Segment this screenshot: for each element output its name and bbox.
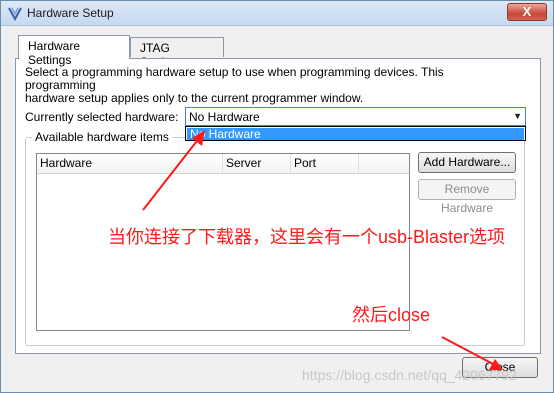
current-hardware-label: Currently selected hardware: xyxy=(25,110,179,124)
hardware-select[interactable]: No Hardware ▼ xyxy=(185,107,526,126)
annotation-text-hardware: 当你连接了下载器，这里会有一个usb-Blaster选项 xyxy=(108,227,506,247)
add-hardware-button[interactable]: Add Hardware... xyxy=(418,152,516,173)
list-header: Hardware Server Port xyxy=(37,154,409,174)
description-line: Select a programming hardware setup to u… xyxy=(25,65,444,92)
window-title: Hardware Setup xyxy=(27,6,114,20)
chevron-down-icon[interactable]: ▼ xyxy=(513,111,522,121)
tab-jtag-settings[interactable]: JTAG Settings xyxy=(130,37,224,69)
tab-hardware-settings[interactable]: Hardware Settings xyxy=(18,35,130,67)
hardware-dropdown-list: No Hardware xyxy=(185,126,526,141)
annotation-text-close: 然后close xyxy=(352,305,431,325)
watermark: https://blog.csdn.net/qq_42067792 xyxy=(302,367,517,383)
description-line: hardware setup applies only to the curre… xyxy=(25,91,364,105)
title-bar: Hardware Setup X xyxy=(1,1,553,26)
close-icon: X xyxy=(522,4,532,19)
description-text: Select a programming hardware setup to u… xyxy=(25,66,505,105)
dropdown-option-no-hardware[interactable]: No Hardware xyxy=(187,128,524,140)
column-header-hardware[interactable]: Hardware xyxy=(37,154,223,173)
app-icon xyxy=(8,7,22,21)
column-header-server[interactable]: Server xyxy=(223,154,291,173)
column-header-port[interactable]: Port xyxy=(291,154,359,173)
hardware-select-value: No Hardware xyxy=(189,110,260,124)
group-title: Available hardware items xyxy=(32,130,172,144)
remove-hardware-button[interactable]: Remove Hardware xyxy=(418,179,516,215)
window-close-button[interactable]: X xyxy=(507,3,547,21)
